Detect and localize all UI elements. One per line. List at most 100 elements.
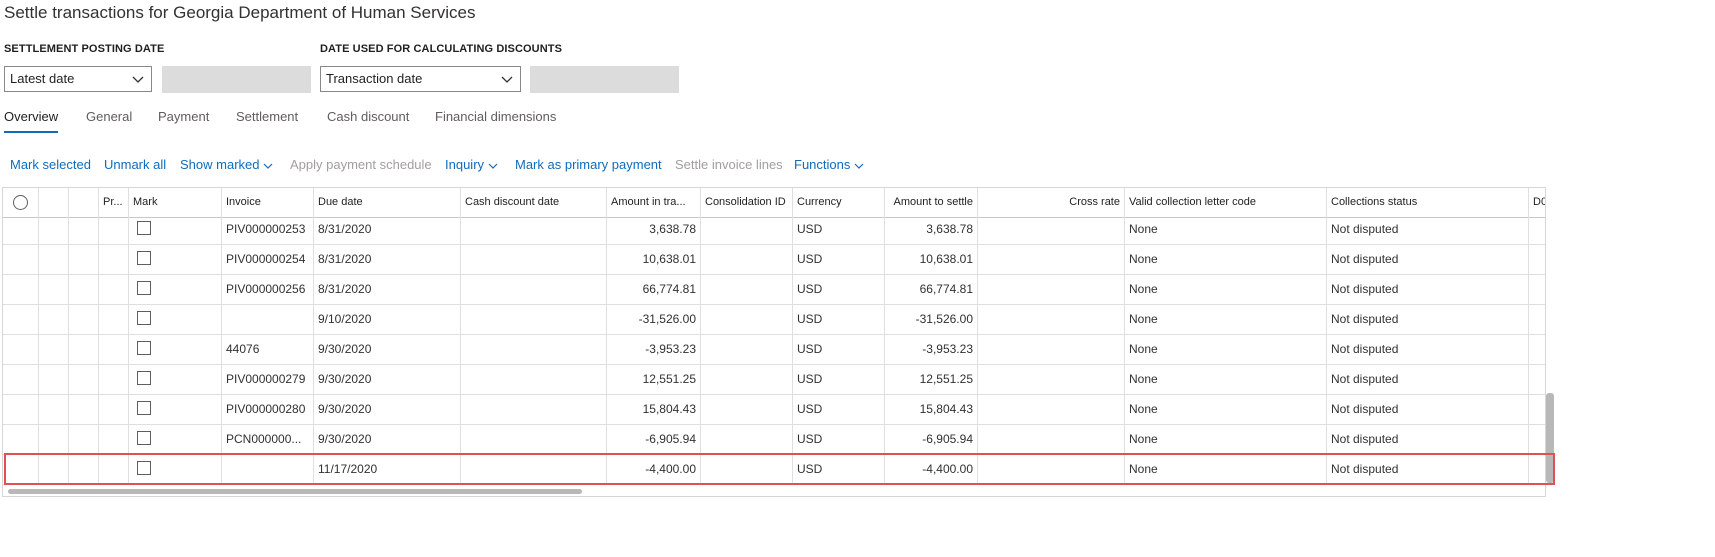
column-header-amount-in-transaction[interactable]: Amount in tra... bbox=[607, 188, 701, 217]
mark-selected-button[interactable]: Mark selected bbox=[10, 157, 91, 172]
discount-date-label: DATE USED FOR CALCULATING DISCOUNTS bbox=[320, 43, 563, 55]
mark-checkbox[interactable] bbox=[137, 371, 151, 385]
row-blank-cell bbox=[39, 305, 69, 335]
column-header-invoice[interactable]: Invoice bbox=[222, 188, 314, 217]
amount-in-transaction-cell: 66,774.81 bbox=[607, 275, 701, 305]
settlement-date-field bbox=[162, 66, 311, 93]
vertical-scrollbar[interactable] bbox=[1546, 393, 1554, 483]
column-header-cross-rate[interactable]: Cross rate bbox=[978, 188, 1125, 217]
tab-cash-discount[interactable]: Cash discount bbox=[327, 109, 409, 124]
invoice-cell: PIV000000280 bbox=[222, 395, 314, 425]
column-header-valid-collection-letter-code[interactable]: Valid collection letter code bbox=[1125, 188, 1327, 217]
inquiry-button[interactable]: Inquiry bbox=[445, 157, 498, 172]
tab-settlement[interactable]: Settlement bbox=[236, 109, 298, 124]
mark-as-primary-payment-button[interactable]: Mark as primary payment bbox=[515, 157, 662, 172]
chevron-down-icon bbox=[854, 163, 864, 169]
table-row[interactable]: PIV000000254 8/31/2020 10,638.01 USD 10,638.… bbox=[3, 245, 1545, 275]
column-header-currency[interactable]: Currency bbox=[793, 188, 885, 217]
cross-rate-cell bbox=[978, 335, 1125, 365]
tab-overview[interactable]: Overview bbox=[4, 109, 59, 133]
mark-checkbox[interactable] bbox=[137, 281, 151, 295]
mark-checkbox[interactable] bbox=[137, 311, 151, 325]
row-primary-cell bbox=[99, 365, 129, 395]
invoice-cell: PCN000000... bbox=[222, 425, 314, 455]
amount-to-settle-cell: 12,551.25 bbox=[885, 365, 978, 395]
column-header-d0[interactable]: D0 bbox=[1529, 188, 1545, 217]
column-header-mark[interactable]: Mark bbox=[129, 188, 222, 217]
collections-status-cell: Not disputed bbox=[1327, 365, 1529, 395]
apply-payment-schedule-button[interactable]: Apply payment schedule bbox=[290, 157, 432, 172]
amount-in-transaction-cell: -31,526.00 bbox=[607, 305, 701, 335]
mark-checkbox[interactable] bbox=[137, 341, 151, 355]
table-row[interactable]: PIV000000279 9/30/2020 12,551.25 USD 12,551.… bbox=[3, 365, 1545, 395]
settle-invoice-lines-button[interactable]: Settle invoice lines bbox=[675, 157, 783, 172]
amount-in-transaction-cell: 15,804.43 bbox=[607, 395, 701, 425]
discount-date-select[interactable]: Transaction date bbox=[320, 66, 521, 92]
consolidation-id-cell bbox=[701, 455, 793, 485]
tab-payment[interactable]: Payment bbox=[158, 109, 209, 124]
mark-checkbox[interactable] bbox=[137, 251, 151, 265]
d0-cell bbox=[1529, 395, 1545, 425]
select-all-radio[interactable] bbox=[13, 195, 28, 210]
settlement-posting-date-select[interactable]: Latest date bbox=[4, 66, 152, 92]
row-blank-cell bbox=[69, 335, 99, 365]
amount-to-settle-cell: 66,774.81 bbox=[885, 275, 978, 305]
amount-to-settle-cell: 10,638.01 bbox=[885, 245, 978, 275]
invoice-cell bbox=[222, 455, 314, 485]
cross-rate-cell bbox=[978, 245, 1125, 275]
row-blank-cell bbox=[69, 275, 99, 305]
cash-discount-date-cell bbox=[461, 215, 607, 245]
show-marked-button[interactable]: Show marked bbox=[180, 157, 273, 172]
collections-status-cell: Not disputed bbox=[1327, 455, 1529, 485]
table-row[interactable]: PCN000000... 9/30/2020 -6,905.94 USD -6,905.… bbox=[3, 425, 1545, 455]
chevron-down-icon bbox=[132, 76, 144, 83]
amount-in-transaction-cell: 12,551.25 bbox=[607, 365, 701, 395]
cash-discount-date-cell bbox=[461, 365, 607, 395]
invoice-cell: 44076 bbox=[222, 335, 314, 365]
row-blank-cell bbox=[39, 275, 69, 305]
tab-general[interactable]: General bbox=[86, 109, 132, 124]
mark-cell bbox=[129, 365, 222, 395]
amount-to-settle-cell: -4,400.00 bbox=[885, 455, 978, 485]
mark-checkbox[interactable] bbox=[137, 431, 151, 445]
column-header-collections-status[interactable]: Collections status bbox=[1327, 188, 1529, 217]
row-blank-cell bbox=[69, 365, 99, 395]
invoice-cell bbox=[222, 305, 314, 335]
functions-button[interactable]: Functions bbox=[794, 157, 864, 172]
row-blank-cell bbox=[69, 455, 99, 485]
column-header-due-date[interactable]: Due date bbox=[314, 188, 461, 217]
tab-financial-dimensions[interactable]: Financial dimensions bbox=[435, 109, 556, 124]
collections-status-cell: Not disputed bbox=[1327, 215, 1529, 245]
mark-checkbox[interactable] bbox=[137, 221, 151, 235]
table-row[interactable]: PIV000000256 8/31/2020 66,774.81 USD 66,774.… bbox=[3, 275, 1545, 305]
table-row[interactable]: PIV000000253 8/31/2020 3,638.78 USD 3,638.78… bbox=[3, 215, 1545, 245]
currency-cell: USD bbox=[793, 215, 885, 245]
mark-checkbox[interactable] bbox=[137, 401, 151, 415]
row-select-cell bbox=[3, 245, 39, 275]
consolidation-id-cell bbox=[701, 335, 793, 365]
cross-rate-cell bbox=[978, 305, 1125, 335]
table-row[interactable]: 11/17/2020 -4,400.00 USD -4,400.00 None Not d… bbox=[3, 455, 1545, 485]
consolidation-id-cell bbox=[701, 425, 793, 455]
row-select-cell bbox=[3, 455, 39, 485]
collections-status-cell: Not disputed bbox=[1327, 245, 1529, 275]
cash-discount-date-cell bbox=[461, 395, 607, 425]
functions-label: Functions bbox=[794, 157, 851, 172]
unmark-all-button[interactable]: Unmark all bbox=[104, 157, 166, 172]
column-header-consolidation-id[interactable]: Consolidation ID bbox=[701, 188, 793, 217]
column-blank-1 bbox=[39, 188, 69, 217]
table-row[interactable]: PIV000000280 9/30/2020 15,804.43 USD 15,804.… bbox=[3, 395, 1545, 425]
column-header-cash-discount-date[interactable]: Cash discount date bbox=[461, 188, 607, 217]
column-header-pr[interactable]: Pr... bbox=[99, 188, 129, 217]
horizontal-scrollbar[interactable] bbox=[8, 489, 582, 494]
amount-to-settle-cell: -31,526.00 bbox=[885, 305, 978, 335]
table-row[interactable]: 44076 9/30/2020 -3,953.23 USD -3,953.23 None N… bbox=[3, 335, 1545, 365]
due-date-cell: 9/30/2020 bbox=[314, 335, 461, 365]
column-header-amount-to-settle[interactable]: Amount to settle bbox=[885, 188, 978, 217]
inquiry-label: Inquiry bbox=[445, 157, 485, 172]
select-all-column[interactable] bbox=[3, 188, 39, 217]
table-row[interactable]: 9/10/2020 -31,526.00 USD -31,526.00 None Not … bbox=[3, 305, 1545, 335]
row-primary-cell bbox=[99, 305, 129, 335]
mark-checkbox[interactable] bbox=[137, 461, 151, 475]
row-blank-cell bbox=[39, 365, 69, 395]
